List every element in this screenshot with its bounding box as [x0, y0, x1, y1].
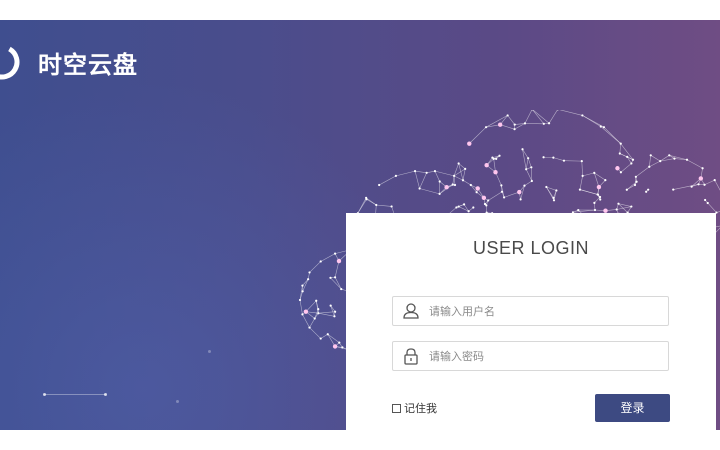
password-input[interactable] — [429, 343, 659, 369]
login-background: 时空云盘 USER LOGIN 请输入用户名 记住我 登录 — [0, 20, 720, 430]
remember-label: 记住我 — [404, 402, 437, 415]
remember-me[interactable]: 记住我 — [392, 400, 437, 416]
decorative-dot — [176, 400, 179, 403]
login-title: USER LOGIN — [472, 238, 590, 258]
password-field[interactable] — [392, 341, 669, 371]
decorative-line — [44, 394, 106, 395]
decorative-dot — [43, 393, 46, 396]
username-input[interactable] — [429, 298, 659, 324]
user-icon — [393, 297, 429, 325]
login-button[interactable]: 登录 — [595, 394, 670, 422]
ring-logo-icon — [0, 44, 20, 80]
lock-icon — [393, 342, 429, 370]
decorative-dot — [104, 393, 107, 396]
brand-name: 时空云盘 — [38, 50, 138, 79]
remember-checkbox[interactable] — [392, 403, 401, 413]
decorative-dot — [208, 350, 211, 353]
username-field[interactable] — [392, 296, 669, 326]
login-card: USER LOGIN 记住我 登 — [346, 213, 716, 430]
brand-logo: 时空云盘 — [0, 42, 138, 82]
